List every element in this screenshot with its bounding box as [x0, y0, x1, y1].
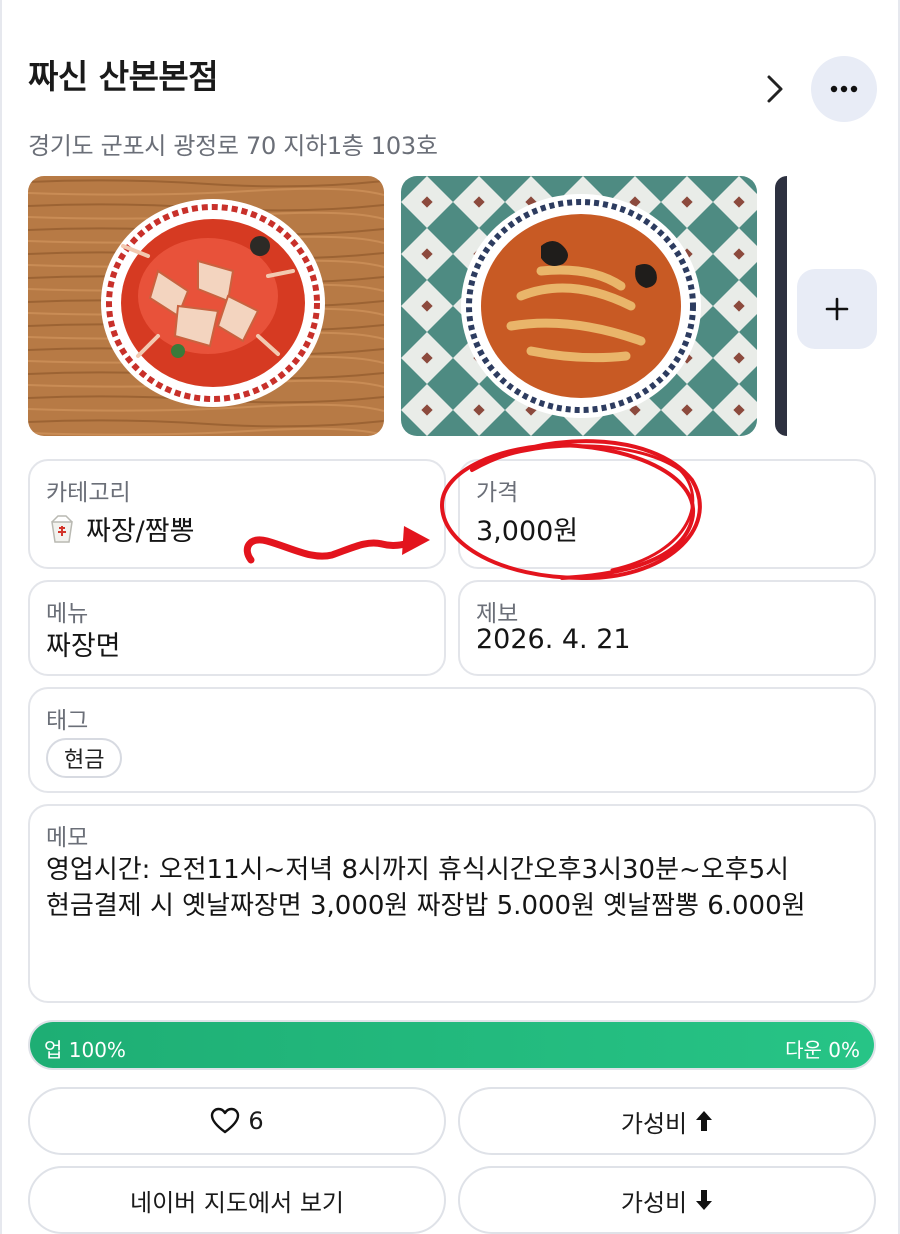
- value-down-label: 가성비: [620, 1188, 688, 1217]
- chevron-right-icon[interactable]: [758, 70, 792, 108]
- vote-up-label: 업 100%: [44, 1038, 126, 1062]
- vote-down-label: 다운 0%: [785, 1038, 860, 1062]
- category-value: 짜장/짬뽕: [86, 516, 195, 547]
- report-date: 2026. 4. 21: [476, 624, 631, 655]
- naver-map-button[interactable]: 네이버 지도에서 보기: [28, 1166, 446, 1234]
- heart-icon: [211, 1107, 240, 1134]
- menu-value: 짜장면: [46, 631, 121, 662]
- page-title: 짜신 산본본점: [28, 57, 219, 96]
- report-card: 제보 2026. 4. 21: [458, 580, 876, 676]
- vote-progress-bar: 업 100% 다운 0%: [28, 1020, 876, 1070]
- price-label: 가격: [476, 480, 519, 506]
- takeout-box-icon: [51, 514, 73, 543]
- naver-map-label: 네이버 지도에서 보기: [130, 1188, 344, 1217]
- arrow-up-icon: [696, 1111, 713, 1131]
- like-button[interactable]: 6: [28, 1087, 446, 1155]
- category-label: 카테고리: [46, 480, 131, 506]
- add-photo-button[interactable]: [797, 269, 877, 349]
- report-label: 제보: [476, 601, 519, 627]
- photo-jjamppong-crab[interactable]: [28, 176, 384, 436]
- price-value: 3,000원: [476, 516, 579, 547]
- arrow-down-icon: [696, 1190, 713, 1210]
- app-frame: 짜신 산본본점 경기도 군포시 광정로 70 지하1층 103호 카테고리 짜장…: [0, 0, 900, 1234]
- menu-card: 메뉴 짜장면: [28, 580, 446, 676]
- photo-peek[interactable]: [775, 176, 787, 436]
- memo-label: 메모: [46, 825, 89, 851]
- more-button[interactable]: [811, 56, 877, 122]
- menu-label: 메뉴: [46, 601, 89, 627]
- memo-text: 영업시간: 오전11시~저녁 8시까지 휴식시간오후3시30분~오후5시 현금결…: [46, 855, 806, 921]
- price-card: 가격 3,000원: [458, 459, 876, 569]
- like-count: 6: [248, 1107, 264, 1135]
- tag-label: 태그: [46, 708, 89, 734]
- value-down-button[interactable]: 가성비: [458, 1166, 876, 1234]
- vote-progress-fill: [30, 1022, 874, 1068]
- memo-card: 메모 영업시간: 오전11시~저녁 8시까지 휴식시간오후3시30분~오후5시 …: [28, 804, 876, 1003]
- photo-jjamppong-noodles[interactable]: [401, 176, 757, 436]
- more-horizontal-icon: [830, 85, 858, 93]
- store-address: 경기도 군포시 광정로 70 지하1층 103호: [28, 132, 438, 160]
- tag-chip[interactable]: 현금: [46, 738, 123, 778]
- category-card: 카테고리 짜장/짬뽕: [28, 459, 446, 569]
- plus-icon: [825, 297, 849, 321]
- tag-card: 태그 현금: [28, 687, 876, 793]
- value-up-button[interactable]: 가성비: [458, 1087, 876, 1155]
- value-up-label: 가성비: [620, 1109, 688, 1138]
